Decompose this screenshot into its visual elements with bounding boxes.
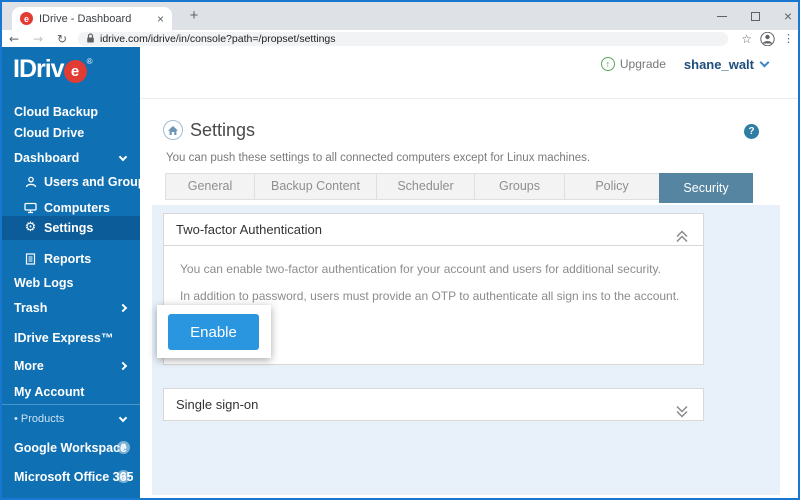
sidebar-item-label: Trash [14,301,48,315]
help-badge-icon[interactable]: ? [117,470,130,483]
logo-text: IDriv [13,55,65,83]
bullet-icon: • [14,413,18,425]
page-title: Settings [190,120,256,140]
account-bar: ↑ Upgrade shane_walt [140,47,798,99]
page-description: You can push these settings to all conne… [166,152,591,164]
idrive-logo[interactable]: IDriv e ® [13,55,93,84]
browser-tab-strip: e IDrive - Dashboard × + × [2,2,798,30]
forward-icon[interactable]: → [26,32,50,46]
enable-button[interactable]: Enable [168,314,259,350]
logo-registered-mark: ® [86,57,93,66]
address-bar[interactable]: idrive.com/idrive/in/console?path=/props… [78,31,728,46]
browser-toolbar: ← → ↻ idrive.com/idrive/in/console?path=… [2,30,798,47]
tab-title: IDrive - Dashboard [39,12,132,25]
maximize-icon[interactable] [750,11,760,21]
sidebar-item-dashboard[interactable]: Dashboard [2,147,140,169]
sidebar-item-idrive-express[interactable]: IDrive Express™ [2,327,140,349]
upgrade-link[interactable]: ↑ Upgrade [600,57,666,71]
sidebar-item-more[interactable]: More [2,355,140,377]
main-content: ↑ Upgrade shane_walt Settings ? You can … [140,47,798,498]
sidebar-item-reports[interactable]: Reports [2,248,140,270]
sidebar-item-label: Reports [44,252,92,266]
sidebar-item-label: Cloud Drive [14,126,85,140]
tab-general[interactable]: General [165,173,255,200]
sidebar-item-label: Google Workspace [14,441,127,455]
browser-window: e IDrive - Dashboard × + × ← → ↻ idrive.… [0,0,800,500]
user-menu[interactable]: shane_walt [683,57,770,72]
single-sign-on-panel: Single sign-on [163,388,704,421]
tab-groups[interactable]: Groups [474,173,565,200]
reports-icon [24,253,37,266]
enable-button-callout: Enable [157,305,271,358]
two-factor-description-line2: In addition to password, users must prov… [180,289,680,303]
sidebar-item-label: Users and Groups [44,175,153,189]
sidebar-item-settings[interactable]: ⚙ Settings [2,216,140,240]
collapse-icon[interactable] [675,223,689,255]
panel-title: Single sign-on [176,397,259,412]
new-tab-button[interactable]: + [184,6,204,26]
browser-tab[interactable]: e IDrive - Dashboard × [12,7,172,30]
chevron-right-icon [118,303,128,313]
sidebar-item-label: Cloud Backup [14,105,99,119]
sidebar-item-label: Microsoft Office 365 [14,470,134,484]
chevron-down-icon [118,413,128,423]
expand-icon[interactable] [675,398,689,430]
sidebar-item-label: Web Logs [14,276,74,290]
sidebar-item-web-logs[interactable]: Web Logs [2,272,140,294]
upgrade-label: Upgrade [619,57,666,71]
single-sign-on-panel-header[interactable]: Single sign-on [164,389,703,420]
tab-scheduler[interactable]: Scheduler [376,173,475,200]
sidebar-section-products[interactable]: • Products [2,408,140,430]
sidebar-item-label: Dashboard [14,151,80,165]
computers-icon [24,202,37,215]
reload-icon[interactable]: ↻ [50,32,74,46]
sidebar-item-label: IDrive Express™ [14,331,114,345]
home-icon[interactable] [163,120,183,140]
url-text: idrive.com/idrive/in/console?path=/props… [100,32,336,45]
sidebar-item-label: More [14,359,44,373]
users-icon [24,176,37,189]
help-badge-icon[interactable]: ? [117,441,130,454]
back-icon[interactable]: ← [2,32,26,46]
lock-icon [87,33,94,43]
chevron-down-icon [759,57,770,68]
two-factor-panel-header[interactable]: Two-factor Authentication [164,214,703,246]
sidebar-item-cloud-backup[interactable]: Cloud Backup [2,101,140,123]
sidebar-item-microsoft-office-365[interactable]: Microsoft Office 365? [2,466,140,488]
profile-avatar-icon[interactable] [760,31,775,46]
sidebar-item-users-and-groups[interactable]: Users and Groups [2,171,152,193]
help-icon[interactable]: ? [744,124,759,139]
chevron-down-icon [118,152,128,162]
sidebar-item-cloud-drive[interactable]: Cloud Drive [2,122,140,144]
upgrade-arrow-icon: ↑ [600,57,615,71]
sidebar-item-trash[interactable]: Trash [2,297,140,319]
sidebar-item-label: My Account [14,385,85,399]
gear-icon: ⚙ [24,220,37,235]
tab-policy[interactable]: Policy [564,173,660,200]
chevron-right-icon [118,361,128,371]
panel-title: Two-factor Authentication [176,222,322,237]
sidebar-item-label: Products [20,413,65,425]
sidebar-item-label: Settings [44,221,94,235]
sidebar: IDriv e ® Cloud Backup Cloud Drive Dashb… [2,47,152,498]
sidebar-item-my-account[interactable]: My Account [2,381,140,403]
window-close-icon[interactable]: × [784,9,792,23]
two-factor-panel-body: You can enable two-factor authentication… [164,246,703,303]
sidebar-item-google-workspace[interactable]: Google Workspace? [2,437,140,459]
tab-security[interactable]: Security [659,173,753,203]
close-tab-icon[interactable]: × [157,12,164,26]
two-factor-description-line1: You can enable two-factor authentication… [180,262,661,276]
idrive-favicon: e [20,12,33,25]
tab-backup-content[interactable]: Backup Content [254,173,377,200]
bookmark-star-icon[interactable]: ☆ [741,32,752,46]
sidebar-divider [2,404,140,405]
kebab-menu-icon[interactable]: ⋮ [783,32,794,45]
settings-tabs: General Backup Content Scheduler Groups … [165,173,753,203]
username: shane_walt [683,57,754,72]
minimize-icon[interactable] [716,15,727,17]
logo-lock-icon: e [63,60,87,83]
